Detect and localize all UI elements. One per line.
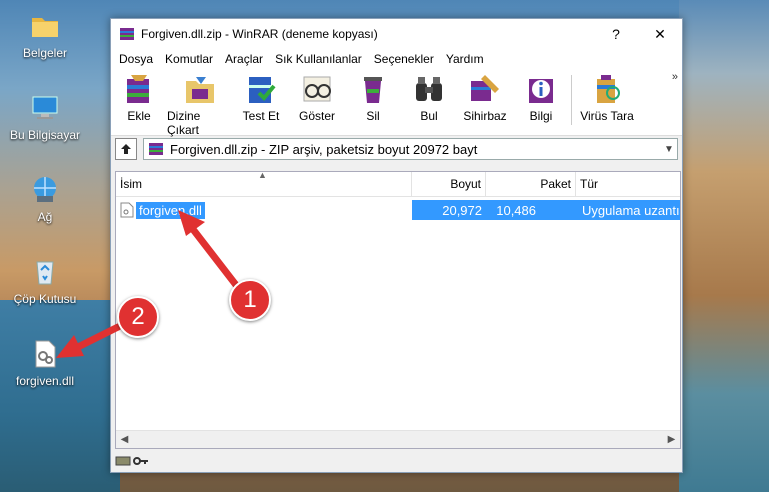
winrar-window: Forgiven.dll.zip - WinRAR (deneme kopyas… <box>110 18 683 473</box>
menu-tools[interactable]: Araçlar <box>219 52 269 66</box>
address-bar: Forgiven.dll.zip - ZIP arşiv, paketsiz b… <box>111 136 682 162</box>
desktop-icon-network[interactable]: Ağ <box>5 174 85 224</box>
status-bar <box>111 450 682 472</box>
virus-scan-label: Virüs Tara <box>580 109 634 123</box>
network-icon <box>34 177 56 202</box>
virus-scan-button[interactable]: Virüs Tara <box>574 71 640 123</box>
dll-file-icon <box>35 340 56 368</box>
find-button[interactable]: Bul <box>401 71 457 123</box>
info-label: Bilgi <box>529 109 553 123</box>
scroll-left-icon[interactable]: ◀ <box>116 434 133 445</box>
column-packed[interactable]: Paket <box>486 172 576 196</box>
winrar-archive-icon <box>149 143 163 155</box>
file-type: Uygulama uzantısı <box>582 202 680 218</box>
view-button[interactable]: Göster <box>289 71 345 123</box>
step-2-badge: 2 <box>117 296 159 338</box>
test-label: Test Et <box>242 109 280 123</box>
menu-bar: Dosya Komutlar Araçlar Sık Kullanılanlar… <box>111 49 682 69</box>
horizontal-scrollbar[interactable]: ◀ ▶ <box>116 430 680 448</box>
menu-commands[interactable]: Komutlar <box>159 52 219 66</box>
toolbar-overflow-icon[interactable]: » <box>672 71 678 83</box>
desktop-icon-label: Ağ <box>37 210 53 224</box>
desktop-sea <box>0 300 120 492</box>
dll-file-icon <box>120 202 134 218</box>
up-arrow-icon <box>121 144 131 154</box>
file-size: 20,972 <box>442 202 482 218</box>
menu-options[interactable]: Seçenekler <box>368 52 440 66</box>
delete-label: Sil <box>366 109 380 123</box>
extract-to-button[interactable]: Dizine Çıkart <box>167 71 233 137</box>
sort-ascending-icon: ▲ <box>258 171 267 180</box>
chevron-down-icon[interactable]: ▼ <box>661 144 677 155</box>
desktop-icon-label: forgiven.dll <box>15 374 75 388</box>
test-button[interactable]: Test Et <box>233 71 289 123</box>
column-type[interactable]: Tür <box>576 172 680 196</box>
virus-scan-icon <box>597 75 620 103</box>
delete-icon <box>364 77 382 103</box>
winrar-icon <box>120 28 134 40</box>
view-label: Göster <box>298 109 335 123</box>
drive-key-icon[interactable] <box>115 454 149 468</box>
title-bar: Forgiven.dll.zip - WinRAR (deneme kopyas… <box>111 19 682 49</box>
wizard-icon <box>471 75 499 101</box>
extract-folder-icon <box>186 77 214 103</box>
up-folder-button[interactable] <box>115 138 137 160</box>
desktop-icon-forgiven-dll[interactable]: forgiven.dll <box>5 338 85 388</box>
add-button[interactable]: Ekle <box>111 71 167 123</box>
desktop-icon-label: Belgeler <box>22 46 68 60</box>
file-list-header: ▲ İsim Boyut Paket Tür <box>116 172 680 197</box>
column-size[interactable]: Boyut <box>412 172 486 196</box>
menu-help[interactable]: Yardım <box>440 52 490 66</box>
computer-icon <box>32 96 58 119</box>
file-row[interactable]: forgiven.dll 20,972 10,486 Uygulama uzan… <box>116 200 680 220</box>
desktop-icon-this-pc[interactable]: Bu Bilgisayar <box>5 92 85 142</box>
file-packed: 10,486 <box>496 202 536 218</box>
folder-icon <box>32 18 58 37</box>
scroll-right-icon[interactable]: ▶ <box>663 434 680 445</box>
recycle-bin-icon <box>36 261 54 285</box>
delete-button[interactable]: Sil <box>345 71 401 123</box>
info-icon <box>529 79 553 103</box>
binoculars-icon <box>416 77 442 101</box>
add-archive-icon <box>127 75 149 103</box>
step-1-badge: 1 <box>229 279 271 321</box>
file-name-cell: forgiven.dll <box>116 201 412 219</box>
scroll-track[interactable] <box>133 431 663 448</box>
file-list: ▲ İsim Boyut Paket Tür forgiven.dll 20,9… <box>115 171 681 449</box>
window-title: Forgiven.dll.zip - WinRAR (deneme kopyas… <box>141 27 378 41</box>
file-name: forgiven.dll <box>136 201 205 219</box>
help-button[interactable]: ? <box>594 19 638 49</box>
close-button[interactable]: ✕ <box>638 19 682 49</box>
desktop-background-right <box>679 0 769 492</box>
extract-to-label: Dizine Çıkart <box>167 109 201 137</box>
menu-favorites[interactable]: Sık Kullanılanlar <box>269 52 368 66</box>
desktop-icon-recycle-bin[interactable]: Çöp Kutusu <box>5 256 85 306</box>
desktop-icon-label: Bu Bilgisayar <box>9 128 81 142</box>
menu-file[interactable]: Dosya <box>113 52 159 66</box>
wizard-label: Sihirbaz <box>463 109 507 123</box>
toolbar: Ekle Dizine Çıkart Test Et Göster Sil Bu… <box>111 69 682 137</box>
desktop-icon-label: Çöp Kutusu <box>13 292 77 306</box>
add-label: Ekle <box>127 109 151 123</box>
view-glasses-icon <box>303 76 331 102</box>
archive-path-text: Forgiven.dll.zip - ZIP arşiv, paketsiz b… <box>170 141 478 157</box>
test-icon <box>249 77 276 103</box>
wizard-button[interactable]: Sihirbaz <box>457 71 513 123</box>
archive-path-field[interactable]: Forgiven.dll.zip - ZIP arşiv, paketsiz b… <box>143 138 678 160</box>
desktop-icon-documents[interactable]: Belgeler <box>5 10 85 60</box>
find-label: Bul <box>420 109 438 123</box>
toolbar-separator <box>571 75 572 125</box>
info-button[interactable]: Bilgi <box>513 71 569 123</box>
